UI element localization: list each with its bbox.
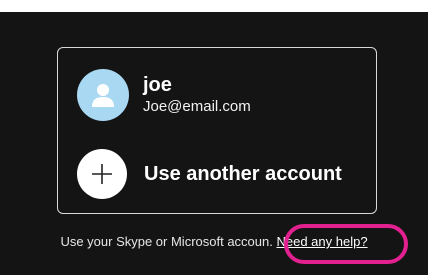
plus-icon-circle (77, 149, 127, 199)
top-bar (0, 0, 428, 12)
person-icon (92, 84, 114, 107)
account-option-joe[interactable]: joe Joe@email.com (77, 65, 367, 125)
footer-hint: Use your Skype or Microsoft accoun (60, 234, 270, 249)
account-name: joe (143, 74, 172, 96)
account-picker-panel: joe Joe@email.com Use another account (57, 47, 377, 214)
plus-icon (92, 164, 112, 184)
use-another-account-label: Use another account (144, 162, 342, 185)
avatar (77, 69, 129, 121)
use-another-account-button[interactable]: Use another account (77, 147, 367, 201)
account-email: Joe@email.com (143, 98, 251, 115)
footer-text: Use your Skype or Microsoft accoun. Need… (0, 234, 428, 249)
need-help-link[interactable]: Need any help? (276, 234, 367, 249)
